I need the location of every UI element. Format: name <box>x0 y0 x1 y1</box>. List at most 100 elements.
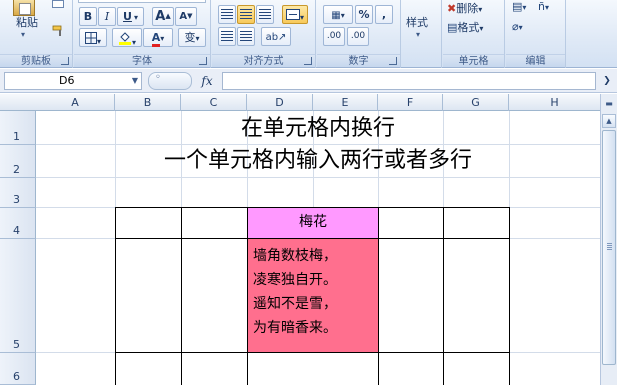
font-color-dropdown-icon[interactable]: ▾ <box>160 34 164 43</box>
find-icon: ñ <box>538 0 545 13</box>
cell-g6[interactable] <box>443 352 510 385</box>
format-button[interactable]: ▤格式▾ <box>447 19 483 34</box>
borders-icon <box>84 32 97 44</box>
number-launcher-icon[interactable] <box>389 57 397 65</box>
column-header-g[interactable]: G <box>443 94 509 111</box>
scroll-thumb[interactable] <box>602 130 616 365</box>
cell-b4[interactable] <box>115 207 182 239</box>
fill-dropdown-icon[interactable]: ▾ <box>132 38 136 47</box>
cell-d6-selected[interactable] <box>247 352 379 385</box>
row-header-3[interactable]: 3 <box>0 178 36 208</box>
merge-center-button[interactable]: ▾ <box>282 5 308 24</box>
percent-label: % <box>358 8 370 21</box>
poem-line: 为有暗香来。 <box>253 320 337 336</box>
font-launcher-icon[interactable] <box>199 57 207 65</box>
cell-c4[interactable] <box>181 207 248 239</box>
cell-f5[interactable] <box>378 238 444 353</box>
formula-input[interactable] <box>222 72 596 90</box>
increase-indent-button[interactable] <box>237 27 255 46</box>
scroll-grip-icon <box>607 243 612 250</box>
cell-g4[interactable] <box>443 207 510 239</box>
clear-button[interactable]: ⌀▾ <box>512 20 523 33</box>
font-size-field[interactable] <box>78 0 206 3</box>
column-header-d[interactable]: D <box>247 94 313 111</box>
fill-color-button[interactable]: ▾ <box>112 28 142 47</box>
alignment-launcher-icon[interactable] <box>304 57 312 65</box>
editing-group: ▤▾ ñ▾ ⌀▾ 编辑 <box>506 0 566 68</box>
bold-button[interactable]: B <box>79 7 97 26</box>
align-right-button[interactable] <box>256 5 274 24</box>
decrease-decimal-button[interactable]: .00 <box>347 27 369 46</box>
align-left-button[interactable] <box>218 5 236 24</box>
row-header-1[interactable]: 1 <box>0 111 36 145</box>
orientation-button[interactable]: ab↗ <box>261 27 291 46</box>
row-header-2[interactable]: 2 <box>0 145 36 178</box>
row-header-5[interactable]: 5 <box>0 239 36 353</box>
row-header-6[interactable]: 6 <box>0 353 36 385</box>
copy-icon[interactable] <box>52 0 64 8</box>
find-button[interactable]: ñ▾ <box>538 0 549 13</box>
orientation-icon: ab↗ <box>265 32 287 43</box>
phonetic-button[interactable]: 变▾ <box>178 28 206 47</box>
cell-c6[interactable] <box>181 352 248 385</box>
comma-label: , <box>381 8 387 21</box>
column-header-c[interactable]: C <box>181 94 247 111</box>
increase-decimal-button[interactable]: .00 <box>323 27 345 46</box>
underline-dropdown-icon[interactable]: ▾ <box>134 9 138 26</box>
column-header-f[interactable]: F <box>378 94 443 111</box>
cell-c5[interactable] <box>181 238 248 353</box>
styles-button[interactable]: 样式 <box>406 14 428 30</box>
currency-button[interactable]: ▦▾ <box>323 5 353 24</box>
expand-formula-bar-icon[interactable]: ❯ <box>599 72 615 90</box>
comma-button[interactable]: , <box>375 5 393 24</box>
scroll-up-arrow-icon[interactable]: ▲ <box>602 114 616 128</box>
delete-button[interactable]: ✖删除▾ <box>447 0 482 15</box>
cell-g5[interactable] <box>443 238 510 353</box>
gridline <box>36 144 600 145</box>
title-line-2[interactable]: 一个单元格内输入两行或者多行 <box>36 146 600 176</box>
format-painter-icon[interactable] <box>52 22 64 36</box>
split-box-icon[interactable]: ▬ <box>603 98 615 110</box>
percent-button[interactable]: % <box>355 5 373 24</box>
paste-dropdown-icon[interactable]: ▾ <box>21 30 25 39</box>
underline-button[interactable]: U ▾ <box>117 7 144 26</box>
styles-dropdown-icon[interactable]: ▾ <box>416 30 420 39</box>
clipboard-launcher-icon[interactable] <box>61 57 69 65</box>
clear-icon: ⌀ <box>512 20 519 33</box>
align-center-button[interactable] <box>237 5 255 24</box>
cell-b5[interactable] <box>115 238 182 353</box>
column-header-e[interactable]: E <box>313 94 378 111</box>
poem-line: 遥知不是雪， <box>253 296 337 312</box>
cell-b6[interactable] <box>115 352 182 385</box>
decrease-indent-icon <box>221 31 233 42</box>
decrease-decimal-label: .00 <box>350 31 366 41</box>
borders-button[interactable]: ▾ <box>79 28 107 47</box>
paste-button[interactable]: 粘贴 ▾ <box>0 0 46 52</box>
column-header-a[interactable]: A <box>36 94 115 111</box>
font-color-button[interactable]: A▾ <box>143 28 173 47</box>
formula-bar-splitter[interactable]: ◦ <box>148 72 192 90</box>
shrink-font-button[interactable]: A▼ <box>175 7 197 26</box>
row-number: 3 <box>13 193 20 206</box>
cell-d5-poem[interactable]: 墙角数枝梅， 凌寒独自开。 遥知不是雪， 为有暗香来。 <box>247 238 379 353</box>
sum-button[interactable]: ▤▾ <box>512 0 526 13</box>
decrease-indent-button[interactable] <box>218 27 236 46</box>
row-header-4[interactable]: 4 <box>0 208 36 239</box>
cell-f4[interactable] <box>378 207 444 239</box>
cell-f6[interactable] <box>378 352 444 385</box>
insert-function-button[interactable]: fx <box>196 72 218 90</box>
title-line-1[interactable]: 在单元格内换行 <box>36 114 600 144</box>
italic-button[interactable]: I <box>98 7 116 26</box>
column-header-b[interactable]: B <box>115 94 181 111</box>
name-box-dropdown-icon[interactable]: ▼ <box>128 72 142 90</box>
merge-icon <box>285 9 300 20</box>
align-right-icon <box>259 9 271 20</box>
gridline <box>36 177 600 178</box>
cell-d4-header[interactable]: 梅花 <box>247 207 379 239</box>
poem-line: 凌寒独自开。 <box>253 272 337 288</box>
grow-font-button[interactable]: A▲ <box>152 7 174 26</box>
name-box[interactable]: D6 <box>4 72 142 90</box>
column-header-h[interactable]: H <box>509 94 600 111</box>
vertical-scrollbar[interactable]: ▬ ▲ <box>600 94 617 385</box>
row-number: 2 <box>13 163 20 176</box>
